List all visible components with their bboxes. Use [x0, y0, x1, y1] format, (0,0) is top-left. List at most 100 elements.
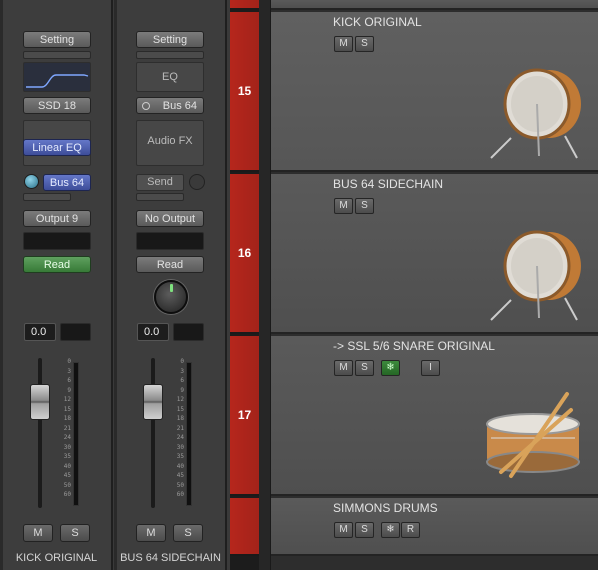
mute-button[interactable]: M: [23, 524, 53, 542]
record-enable-button[interactable]: R: [401, 522, 420, 538]
fader-track: [38, 358, 42, 508]
setting-button[interactable]: Setting: [23, 31, 91, 48]
output-slot[interactable]: Output 9: [23, 210, 91, 227]
scale-tick: 45: [176, 472, 184, 479]
eq-slot[interactable]: EQ: [136, 62, 204, 92]
volume-fader[interactable]: 0 3 6 9 12 15 18 21 24 30 35 40 45 50 60: [138, 358, 218, 510]
scale-tick: 21: [176, 424, 184, 432]
eq-curve-icon: [26, 74, 89, 88]
group-slot[interactable]: [136, 232, 204, 250]
scale-tick: 9: [67, 386, 71, 394]
input-monitor-icon[interactable]: [142, 102, 150, 110]
fader-scale: 0 3 6 9 12 15 18 21 24 30 35 40 45 50 60: [57, 358, 71, 501]
track-mute-button[interactable]: M: [334, 198, 353, 214]
track-header-simmons-drums[interactable]: SIMMONS DRUMS M S ❄ R: [271, 498, 598, 556]
send-slot[interactable]: [23, 193, 71, 201]
track-name[interactable]: SIMMONS DRUMS: [333, 501, 438, 515]
freeze-button[interactable]: ❄: [381, 522, 400, 538]
mute-button[interactable]: M: [136, 524, 166, 542]
track-number-cell[interactable]: 17: [230, 336, 259, 496]
level-meter: [186, 362, 192, 506]
send-knob[interactable]: [189, 174, 205, 190]
peak-display: [173, 323, 204, 341]
channel-strip-bus-64-sidechain: Setting EQ Bus 64 Audio FX Send No Outpu…: [114, 0, 227, 570]
scale-tick: 6: [67, 377, 71, 384]
track-name[interactable]: -> SSL 5/6 SNARE ORIGINAL: [333, 339, 495, 353]
scale-tick: 3: [67, 367, 71, 375]
input-monitor-button[interactable]: I: [421, 360, 440, 376]
track-solo-button[interactable]: S: [355, 36, 374, 52]
peak-display: [60, 323, 91, 341]
kick-drum-icon: [490, 68, 581, 159]
track-number-cell[interactable]: 16: [230, 174, 259, 334]
fader-handle[interactable]: [30, 384, 50, 420]
audio-fx-slot[interactable]: Audio FX: [136, 120, 204, 166]
setting-button[interactable]: Setting: [136, 31, 204, 48]
scale-tick: 30: [176, 443, 184, 451]
pan-knob[interactable]: [154, 280, 188, 314]
strip-name[interactable]: BUS 64 SIDECHAIN: [114, 552, 227, 564]
scale-tick: 12: [176, 396, 184, 403]
scale-tick: 18: [63, 415, 71, 422]
track-solo-button[interactable]: S: [355, 522, 374, 538]
fader-scale: 0 3 6 9 12 15 18 21 24 30 35 40 45 50 60: [170, 358, 184, 501]
input-slot[interactable]: SSD 18: [23, 97, 91, 114]
track-list: KICK ORIGINAL M S BUS 64 SIDECHAIN M S -…: [271, 0, 598, 570]
strip-edge: [114, 0, 117, 570]
track-solo-button[interactable]: S: [355, 198, 374, 214]
automation-mode-button[interactable]: Read: [136, 256, 204, 273]
track-solo-button[interactable]: S: [355, 360, 374, 376]
scale-tick: 24: [176, 434, 184, 441]
pan-value[interactable]: 0.0: [137, 323, 169, 341]
track-number-column: 15 16 17: [230, 0, 259, 570]
snare-drum-icon: [486, 392, 580, 478]
scale-tick: 15: [63, 405, 71, 413]
scale-tick: 45: [63, 472, 71, 479]
track-header-bus-64-sidechain[interactable]: BUS 64 SIDECHAIN M S: [271, 174, 598, 334]
track-number: 16: [237, 246, 252, 260]
solo-button[interactable]: S: [173, 524, 203, 542]
mixer: Setting SSD 18 Linear EQ Bus 64 Output 9…: [0, 0, 230, 570]
pan-value[interactable]: 0.0: [24, 323, 56, 341]
track-header-kick-original[interactable]: KICK ORIGINAL M S: [271, 12, 598, 172]
input-slot[interactable]: Bus 64: [136, 97, 204, 114]
automation-mode-button[interactable]: Read: [23, 256, 91, 273]
scale-tick: 35: [63, 453, 71, 460]
scale-tick: 15: [176, 405, 184, 413]
track-mute-button[interactable]: M: [334, 522, 353, 538]
scale-tick: 35: [176, 453, 184, 460]
strip-name[interactable]: KICK ORIGINAL: [0, 552, 113, 564]
send-slot-empty[interactable]: [136, 193, 184, 201]
scale-tick: 18: [176, 415, 184, 422]
group-slot[interactable]: [23, 232, 91, 250]
track-number-cell[interactable]: [230, 498, 259, 556]
scale-tick: 50: [63, 481, 71, 489]
scale-tick: 0: [180, 358, 184, 365]
track-mute-button[interactable]: M: [334, 360, 353, 376]
track-mute-button[interactable]: M: [334, 36, 353, 52]
input-label: Bus 64: [162, 100, 197, 112]
column-separator: [259, 0, 271, 570]
send-slot[interactable]: Send: [136, 174, 184, 191]
pan-indicator: [170, 284, 173, 292]
fader-handle[interactable]: [143, 384, 163, 420]
track-header-partial: [271, 0, 598, 10]
send-level-knob[interactable]: [24, 174, 39, 189]
track-number-cell: [230, 0, 259, 10]
output-slot[interactable]: No Output: [136, 210, 204, 227]
send-bus-64[interactable]: Bus 64: [43, 174, 91, 191]
track-header-ssl-snare[interactable]: -> SSL 5/6 SNARE ORIGINAL M S ❄ I: [271, 336, 598, 496]
eq-thumbnail[interactable]: [23, 62, 91, 92]
freeze-button[interactable]: ❄: [381, 360, 400, 376]
track-name[interactable]: KICK ORIGINAL: [333, 15, 422, 29]
scale-tick: 21: [63, 424, 71, 432]
track-name[interactable]: BUS 64 SIDECHAIN: [333, 177, 443, 191]
volume-fader[interactable]: 0 3 6 9 12 15 18 21 24 30 35 40 45 50 60: [25, 358, 105, 510]
gain-reduction-slot: [136, 51, 204, 59]
scale-tick: 50: [176, 481, 184, 489]
fader-track: [151, 358, 155, 508]
linear-eq-plugin[interactable]: Linear EQ: [23, 139, 91, 156]
track-number-cell[interactable]: 15: [230, 12, 259, 172]
track-number: 17: [237, 408, 252, 422]
solo-button[interactable]: S: [60, 524, 90, 542]
